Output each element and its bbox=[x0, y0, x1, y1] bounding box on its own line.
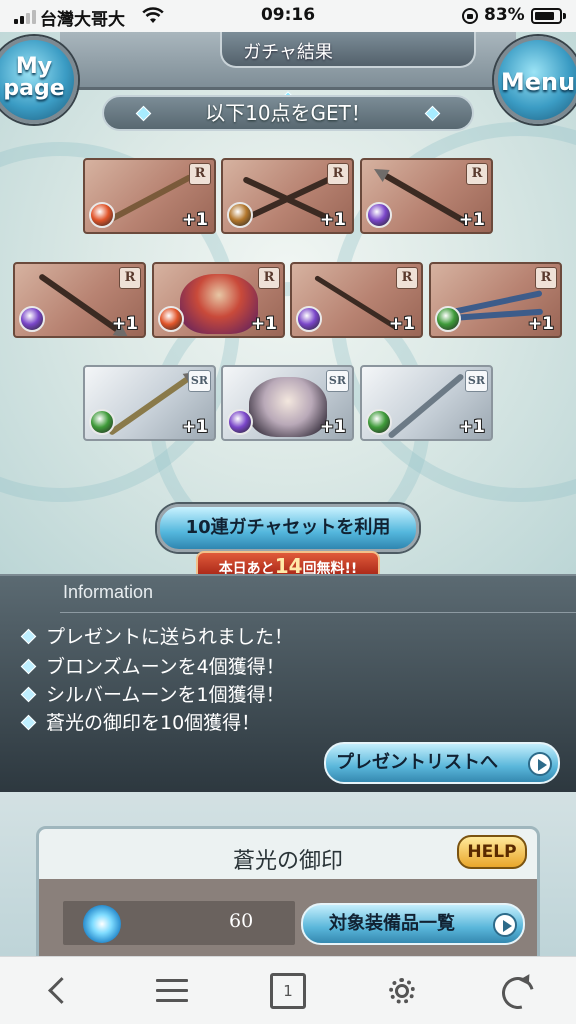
info-line: 蒼光の御印を10個獲得！ bbox=[20, 708, 260, 735]
gacha-result-screen: ガチャ結果 My page Menu 以下10点をGET！ R +1 R +1 R… bbox=[0, 32, 576, 574]
rarity-badge: SR bbox=[464, 370, 488, 392]
diamond-icon bbox=[424, 105, 441, 122]
menu-icon[interactable] bbox=[154, 973, 190, 1009]
diamond-icon bbox=[20, 686, 37, 703]
status-bar: 台灣大哥大 09:16 83% bbox=[0, 0, 576, 32]
item-card[interactable]: R +1 bbox=[429, 262, 562, 338]
battery-icon bbox=[531, 8, 562, 24]
diamond-icon bbox=[20, 658, 37, 675]
information-title: Information bbox=[63, 582, 154, 602]
item-card[interactable]: R +1 bbox=[13, 262, 146, 338]
staff-icon bbox=[387, 372, 465, 439]
trident-icon bbox=[107, 376, 191, 436]
item-card[interactable]: R +1 bbox=[290, 262, 423, 338]
diamond-icon bbox=[20, 628, 37, 645]
summon-portrait bbox=[180, 274, 258, 334]
rarity-badge: SR bbox=[187, 370, 211, 392]
item-card[interactable]: SR +1 bbox=[83, 365, 216, 441]
sword-icon bbox=[37, 273, 121, 333]
result-banner-text: 以下10点をGET！ bbox=[205, 101, 371, 125]
use-ten-pull-set-button[interactable]: 10連ガチャセットを利用 bbox=[157, 504, 419, 552]
wind-element-icon bbox=[89, 409, 115, 435]
dark-element-icon bbox=[19, 306, 45, 332]
arrow-right-icon bbox=[493, 913, 517, 937]
dark-element-icon bbox=[227, 409, 253, 435]
info-line: シルバームーンを1個獲得！ bbox=[20, 680, 285, 707]
mypage-button[interactable]: My page bbox=[0, 36, 78, 124]
blue-seal-icon bbox=[83, 905, 121, 943]
dark-element-icon bbox=[296, 306, 322, 332]
orientation-lock-icon bbox=[462, 8, 478, 24]
earth-element-icon bbox=[227, 202, 253, 228]
diamond-icon bbox=[20, 714, 37, 731]
item-quantity: +1 bbox=[111, 314, 138, 334]
dark-element-icon bbox=[366, 202, 392, 228]
rarity-badge: R bbox=[258, 267, 280, 289]
free-draw-notice: 本日あと14回無料!! bbox=[196, 551, 380, 574]
help-button[interactable]: HELP bbox=[457, 835, 527, 869]
menu-button[interactable]: Menu bbox=[494, 36, 576, 124]
gear-icon[interactable] bbox=[384, 973, 420, 1009]
item-card[interactable]: R +1 bbox=[83, 158, 216, 234]
target-equipment-list-button[interactable]: 対象装備品一覧 bbox=[301, 903, 525, 945]
item-card[interactable]: R +1 bbox=[360, 158, 493, 234]
seal-panel: 蒼光の御印 HELP 60 対象装備品一覧 bbox=[36, 826, 540, 966]
menu-label: Menu bbox=[500, 68, 576, 96]
fire-element-icon bbox=[89, 202, 115, 228]
present-list-button[interactable]: プレゼントリストへ bbox=[324, 742, 560, 784]
item-card[interactable]: SR +1 bbox=[360, 365, 493, 441]
browser-toolbar: 1 bbox=[0, 956, 576, 1024]
item-quantity: +1 bbox=[250, 314, 277, 334]
battery-percent: 83% bbox=[484, 5, 525, 25]
rarity-badge: R bbox=[466, 163, 488, 185]
character-portrait bbox=[249, 377, 327, 437]
rarity-badge: R bbox=[535, 267, 557, 289]
item-quantity: +1 bbox=[388, 314, 415, 334]
spear-icon bbox=[382, 172, 470, 226]
rarity-badge: SR bbox=[325, 370, 349, 392]
seal-count: 60 bbox=[229, 910, 254, 932]
item-quantity: +1 bbox=[458, 417, 485, 437]
staff-icon bbox=[105, 173, 193, 225]
tab-count: 1 bbox=[283, 982, 293, 1000]
fire-element-icon bbox=[158, 306, 184, 332]
rarity-badge: R bbox=[189, 163, 211, 185]
rarity-badge: R bbox=[327, 163, 349, 185]
result-banner: 以下10点をGET！ bbox=[102, 95, 474, 131]
item-quantity: +1 bbox=[319, 210, 346, 230]
wind-element-icon bbox=[435, 306, 461, 332]
diamond-icon bbox=[135, 105, 152, 122]
back-icon[interactable] bbox=[42, 973, 78, 1009]
info-line: プレゼントに送られました！ bbox=[20, 622, 293, 649]
item-card[interactable]: SR +1 bbox=[221, 365, 354, 441]
item-quantity: +1 bbox=[319, 417, 346, 437]
rarity-badge: R bbox=[396, 267, 418, 289]
free-draw-count: 14 bbox=[274, 554, 303, 574]
divider bbox=[60, 612, 576, 613]
item-quantity: +1 bbox=[181, 417, 208, 437]
use-set-label: 10連ガチャセットを利用 bbox=[185, 517, 391, 538]
rarity-badge: R bbox=[119, 267, 141, 289]
seal-section: 蒼光の御印 HELP 60 対象装備品一覧 bbox=[0, 792, 576, 966]
tabs-button[interactable]: 1 bbox=[270, 973, 306, 1009]
item-card[interactable]: R +1 bbox=[152, 262, 285, 338]
item-quantity: +1 bbox=[181, 210, 208, 230]
wind-element-icon bbox=[366, 409, 392, 435]
item-card[interactable]: R +1 bbox=[221, 158, 354, 234]
page-title: ガチャ結果 bbox=[243, 42, 333, 63]
item-quantity: +1 bbox=[458, 210, 485, 230]
info-line: ブロンズムーンを4個獲得！ bbox=[20, 652, 285, 679]
information-panel: Information プレゼントに送られました！ ブロンズムーンを4個獲得！ … bbox=[0, 574, 576, 792]
spear-icon bbox=[313, 274, 399, 331]
reload-icon[interactable] bbox=[498, 973, 534, 1009]
item-quantity: +1 bbox=[527, 314, 554, 334]
arrow-right-icon bbox=[528, 752, 552, 776]
mypage-label: My page bbox=[3, 54, 65, 101]
